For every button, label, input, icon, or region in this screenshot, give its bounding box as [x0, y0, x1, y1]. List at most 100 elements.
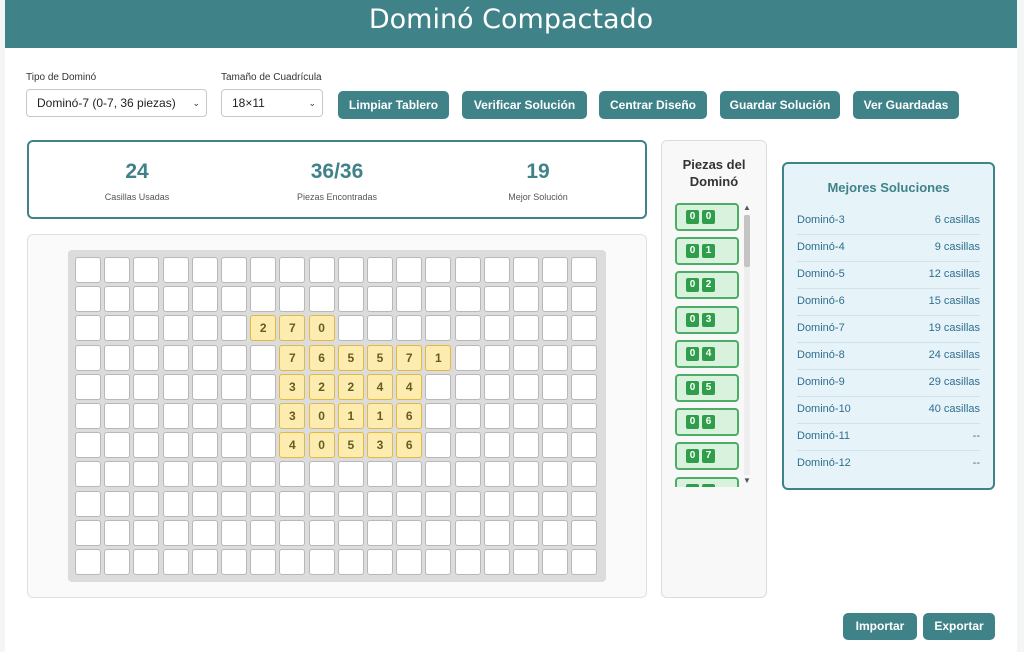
board-cell[interactable] [542, 490, 569, 517]
scroll-down-icon[interactable]: ▼ [742, 476, 752, 485]
board-cell[interactable] [483, 257, 510, 283]
scroll-thumb[interactable] [744, 215, 750, 267]
board-cell[interactable] [513, 257, 539, 283]
board-cell[interactable] [513, 286, 539, 313]
board-cell[interactable] [513, 549, 539, 575]
board-cell[interactable] [75, 519, 101, 546]
board-cell[interactable]: 3 [279, 403, 306, 429]
board-cell[interactable] [337, 519, 364, 546]
domino-piece[interactable]: 03 [675, 305, 739, 334]
board-cell[interactable] [191, 315, 218, 342]
board-cell[interactable] [513, 344, 539, 371]
board-cell[interactable] [454, 432, 481, 459]
board-cell[interactable] [483, 315, 510, 342]
board-cell[interactable] [75, 549, 101, 575]
board-cell[interactable] [454, 403, 481, 429]
domino-piece[interactable]: 04 [675, 339, 739, 368]
board-cell[interactable] [250, 549, 277, 575]
board-cell[interactable] [221, 286, 247, 313]
board-cell[interactable] [162, 373, 189, 400]
board-cell[interactable] [425, 519, 452, 546]
board-cell[interactable] [396, 257, 423, 283]
scroll-up-icon[interactable]: ▲ [742, 203, 752, 212]
board-cell[interactable] [571, 519, 598, 546]
board-cell[interactable] [133, 257, 160, 283]
clear-board-button[interactable]: Limpiar Tablero [338, 91, 449, 119]
board-cell[interactable] [221, 344, 247, 371]
board-cell[interactable] [337, 315, 364, 342]
board-cell[interactable] [542, 549, 569, 575]
board-cell[interactable] [221, 549, 247, 575]
board-cell[interactable]: 2 [308, 373, 335, 400]
board-cell[interactable] [425, 490, 452, 517]
board-cell[interactable]: 4 [396, 373, 423, 400]
board-cell[interactable] [454, 286, 481, 313]
board-cell[interactable] [337, 549, 364, 575]
board-cell[interactable] [454, 549, 481, 575]
grid-size-select[interactable]: 18×11 ⌄ [221, 89, 323, 117]
board-cell[interactable] [75, 315, 101, 342]
board-cell[interactable] [483, 373, 510, 400]
board-cell[interactable] [337, 286, 364, 313]
board-cell[interactable] [133, 344, 160, 371]
board-cell[interactable] [367, 315, 393, 342]
domino-type-select[interactable]: Dominó-7 (0-7, 36 piezas) ⌄ [26, 89, 207, 117]
board-cell[interactable] [221, 461, 247, 488]
verify-solution-button[interactable]: Verificar Solución [462, 91, 587, 119]
board-cell[interactable] [513, 490, 539, 517]
board-cell[interactable] [454, 373, 481, 400]
board-cell[interactable] [104, 403, 131, 429]
board-cell[interactable] [191, 344, 218, 371]
board-cell[interactable] [454, 490, 481, 517]
board-cell[interactable] [308, 286, 335, 313]
board-cell[interactable] [396, 519, 423, 546]
board-cell[interactable]: 0 [308, 403, 335, 429]
board-cell[interactable] [571, 549, 598, 575]
board-cell[interactable] [133, 490, 160, 517]
board-cell[interactable] [104, 315, 131, 342]
board-cell[interactable] [104, 490, 131, 517]
board-cell[interactable] [162, 403, 189, 429]
board-cell[interactable] [542, 519, 569, 546]
board-cell[interactable] [367, 257, 393, 283]
board-cell[interactable] [162, 315, 189, 342]
board-cell[interactable] [162, 519, 189, 546]
board-cell[interactable]: 6 [396, 403, 423, 429]
board-cell[interactable] [104, 519, 131, 546]
board-cell[interactable] [367, 519, 393, 546]
board-cell[interactable] [513, 373, 539, 400]
board-cell[interactable] [396, 315, 423, 342]
center-design-button[interactable]: Centrar Diseño [599, 91, 707, 119]
board-cell[interactable] [337, 257, 364, 283]
board-cell[interactable] [396, 286, 423, 313]
board-cell[interactable] [367, 490, 393, 517]
board-cell[interactable] [104, 549, 131, 575]
board-cell[interactable] [191, 403, 218, 429]
board-cell[interactable] [454, 344, 481, 371]
board-cell[interactable] [279, 286, 306, 313]
board-cell[interactable] [133, 286, 160, 313]
board-cell[interactable] [542, 257, 569, 283]
board-cell[interactable] [75, 257, 101, 283]
board-cell[interactable] [250, 461, 277, 488]
board-cell[interactable] [571, 461, 598, 488]
board-cell[interactable] [542, 373, 569, 400]
board-cell[interactable] [454, 257, 481, 283]
board-cell[interactable]: 1 [337, 403, 364, 429]
board-cell[interactable] [513, 403, 539, 429]
domino-piece[interactable]: 07 [675, 442, 739, 471]
board-cell[interactable] [454, 519, 481, 546]
board-cell[interactable] [221, 519, 247, 546]
board-cell[interactable] [191, 490, 218, 517]
board-cell[interactable] [308, 549, 335, 575]
view-saved-button[interactable]: Ver Guardadas [853, 91, 959, 119]
board-cell[interactable] [191, 461, 218, 488]
board-cell[interactable] [279, 549, 306, 575]
board-cell[interactable] [483, 461, 510, 488]
board-cell[interactable]: 3 [279, 373, 306, 400]
board-cell[interactable] [75, 373, 101, 400]
board-cell[interactable]: 1 [425, 344, 452, 371]
export-button[interactable]: Exportar [923, 613, 995, 640]
save-solution-button[interactable]: Guardar Solución [720, 91, 840, 119]
board-cell[interactable] [483, 519, 510, 546]
